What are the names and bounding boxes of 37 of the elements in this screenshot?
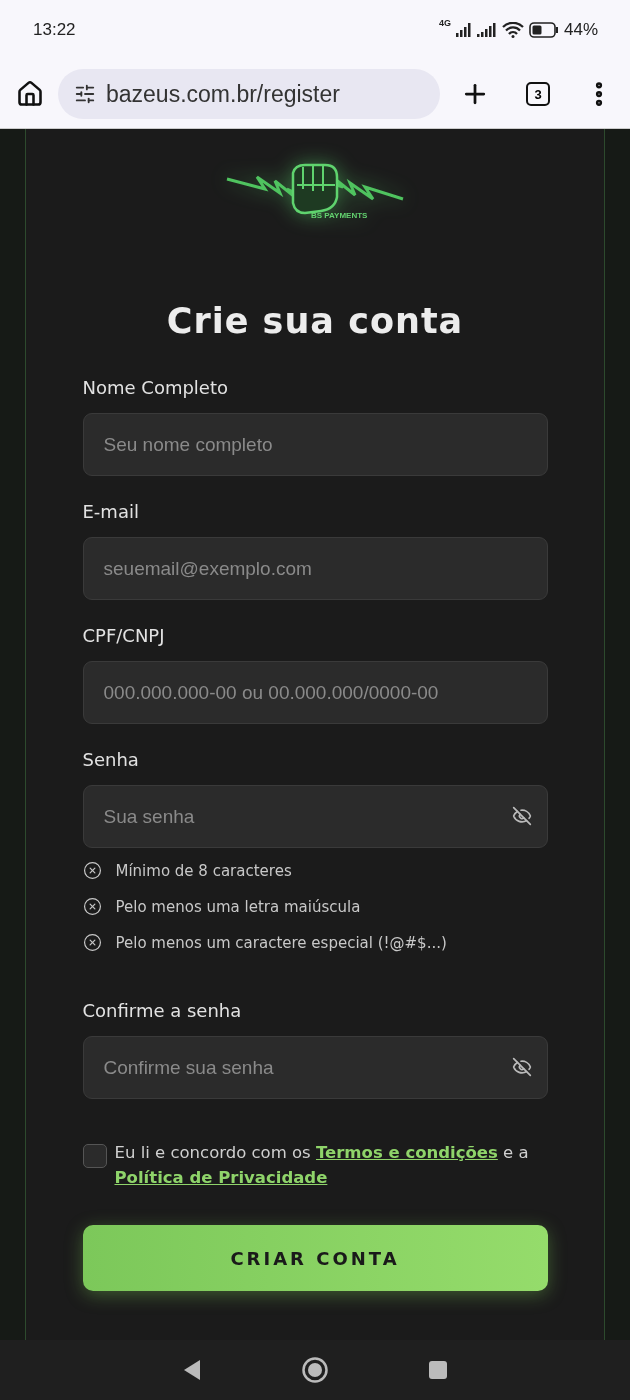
input-field[interactable]: Sua senha [82, 785, 548, 848]
home-icon[interactable] [16, 80, 44, 108]
create-account-button[interactable]: CRIAR CONTA [82, 1225, 548, 1291]
input-field[interactable]: Seu nome completo [82, 413, 548, 476]
logo-caption: BS PAYMENTS [311, 211, 368, 220]
input-field[interactable]: Confirme sua senha [82, 1036, 548, 1099]
password-requirement: Pelo menos um caractere especial (!@#$...) [115, 933, 447, 952]
battery-level: 44% [563, 20, 598, 40]
field-label: Nome Completo [82, 377, 229, 398]
input-field[interactable]: seuemail@exemplo.com [82, 537, 548, 600]
field-label: E-mail [82, 501, 140, 522]
back-icon[interactable] [182, 1359, 202, 1381]
tab-count-button[interactable]: 3 [526, 82, 550, 106]
password-requirement: Pelo menos uma letra maiúscula [115, 897, 361, 916]
terms-text: Eu li e concordo com os Termos e condições e a Política de Privacidade [114, 1142, 530, 1189]
site-settings-icon[interactable] [74, 83, 96, 105]
field-label: CPF/CNPJ [82, 625, 166, 646]
field-label: Senha [82, 749, 140, 770]
status-time: 13:22 [33, 20, 76, 40]
terms-link[interactable]: Termos e condições [315, 1143, 498, 1162]
home-button-icon[interactable] [302, 1357, 328, 1383]
url-text: bazeus.com.br/register [106, 80, 340, 108]
network-type: 4G [438, 18, 451, 28]
page-title: Crie sua conta [166, 301, 464, 341]
signal-icon [476, 23, 497, 37]
address-bar[interactable]: bazeus.com.br/register [58, 69, 440, 119]
battery-icon [528, 22, 559, 38]
eye-off-icon[interactable] [511, 1057, 532, 1077]
wifi-icon [501, 22, 524, 38]
password-requirement: Mínimo de 8 caracteres [115, 861, 292, 880]
input-field[interactable]: 000.000.000-00 ou 00.000.000/0000-00 [82, 661, 548, 724]
recents-icon[interactable] [428, 1360, 448, 1380]
signal-icon [455, 23, 472, 37]
eye-off-icon[interactable] [511, 806, 532, 826]
privacy-link[interactable]: Política de Privacidade [114, 1168, 328, 1187]
terms-checkbox[interactable] [82, 1144, 107, 1168]
field-label: Confirme a senha [82, 1000, 243, 1021]
